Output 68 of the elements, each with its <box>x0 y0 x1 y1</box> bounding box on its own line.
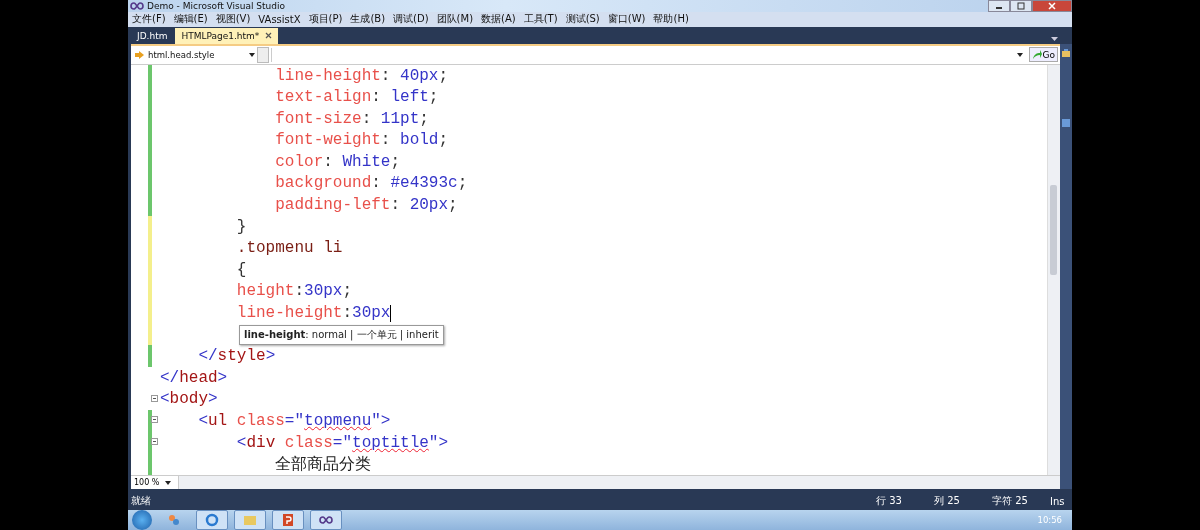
close-icon <box>1048 2 1056 10</box>
code-line: line-height: 40px; <box>274 66 449 85</box>
dropdown-icon[interactable] <box>1051 36 1058 41</box>
document-tab[interactable]: HTMLPage1.htm* <box>175 27 279 44</box>
code-line: .topmenu li <box>235 239 343 258</box>
window-title: Demo - Microsoft Visual Studio <box>147 1 285 11</box>
menu-item[interactable]: 视图(V) <box>215 12 251 27</box>
collapse-icon[interactable] <box>151 394 158 402</box>
infinity-logo-icon <box>130 2 144 10</box>
infinity-icon[interactable] <box>310 510 342 530</box>
code-line: line-height:30px <box>235 304 392 323</box>
code-line: <body> <box>160 390 218 409</box>
code-line: <div class="toptitle"> <box>235 433 449 452</box>
close-icon[interactable] <box>265 32 273 40</box>
code-line: <ul class="topmenu"> <box>197 412 391 430</box>
clock: 10:56 <box>1037 515 1062 525</box>
code-line: { <box>235 260 247 279</box>
minimize-button[interactable] <box>988 0 1010 12</box>
presentation-icon[interactable] <box>272 510 304 530</box>
line-number: 行 33 <box>876 494 903 508</box>
menu-item[interactable]: 帮助(H) <box>653 12 689 27</box>
menu-item[interactable]: 工具(T) <box>523 12 558 27</box>
toolbox-icon[interactable] <box>1061 47 1071 58</box>
browser-icon[interactable] <box>196 510 228 530</box>
char-number: 字符 25 <box>992 494 1029 508</box>
code-line: font-size: 11pt; <box>274 109 429 128</box>
menu-item[interactable]: 生成(B) <box>350 12 386 27</box>
maximize-icon <box>1017 2 1025 10</box>
dropdown-icon <box>249 52 255 57</box>
menu-item[interactable]: 项目(P) <box>308 12 343 27</box>
document-tab[interactable]: JD.htm <box>131 27 174 44</box>
code-line: height:30px; <box>235 282 353 301</box>
code-line: </style> <box>197 347 276 366</box>
arrow-icon <box>135 50 144 59</box>
folder-icon[interactable] <box>234 510 266 530</box>
properties-icon[interactable] <box>1061 117 1071 128</box>
menu-item[interactable]: 文件(F) <box>132 12 166 27</box>
code-line: } <box>235 217 247 236</box>
status-text: 就绪 <box>131 494 151 508</box>
vertical-scrollbar[interactable] <box>1047 64 1060 475</box>
close-button[interactable] <box>1032 0 1072 12</box>
menu-item[interactable]: 窗口(W) <box>607 12 646 27</box>
menu-item[interactable]: 测试(S) <box>565 12 600 27</box>
code-line: text-align: left; <box>274 88 439 107</box>
menu-item[interactable]: 调试(D) <box>393 12 429 27</box>
code-line: </head> <box>160 368 228 387</box>
scope-dropdown[interactable]: html.head.style <box>131 49 255 60</box>
code-line: font-weight: bold; <box>274 131 449 150</box>
column-number: 列 25 <box>934 494 961 508</box>
code-line: 全部商品分类 <box>274 454 372 475</box>
go-button[interactable]: Go <box>1028 47 1058 63</box>
curved-arrow-icon <box>1031 49 1042 60</box>
code-line: background: #e4393c; <box>274 174 468 193</box>
collapse-icon[interactable] <box>151 437 158 445</box>
dropdown-icon <box>1016 52 1023 57</box>
code-line: padding-left: 20px; <box>274 196 458 215</box>
menu-item[interactable]: 编辑(E) <box>173 12 208 27</box>
intellisense-tooltip: line-height: normal | 一个单元 | inherit <box>239 324 444 345</box>
insert-mode: Ins <box>1050 495 1066 507</box>
menu-item[interactable]: VAssistX <box>258 13 301 25</box>
code-line: color: White; <box>274 152 401 171</box>
start-button[interactable] <box>132 510 152 530</box>
dropdown-icon <box>165 480 172 485</box>
menu-item[interactable]: 团队(M) <box>436 12 474 27</box>
collapse-icon[interactable] <box>151 416 158 424</box>
horizontal-scrollbar[interactable] <box>179 476 1060 489</box>
spin-button[interactable] <box>257 46 269 63</box>
menu-item[interactable]: 数据(A) <box>481 12 516 27</box>
